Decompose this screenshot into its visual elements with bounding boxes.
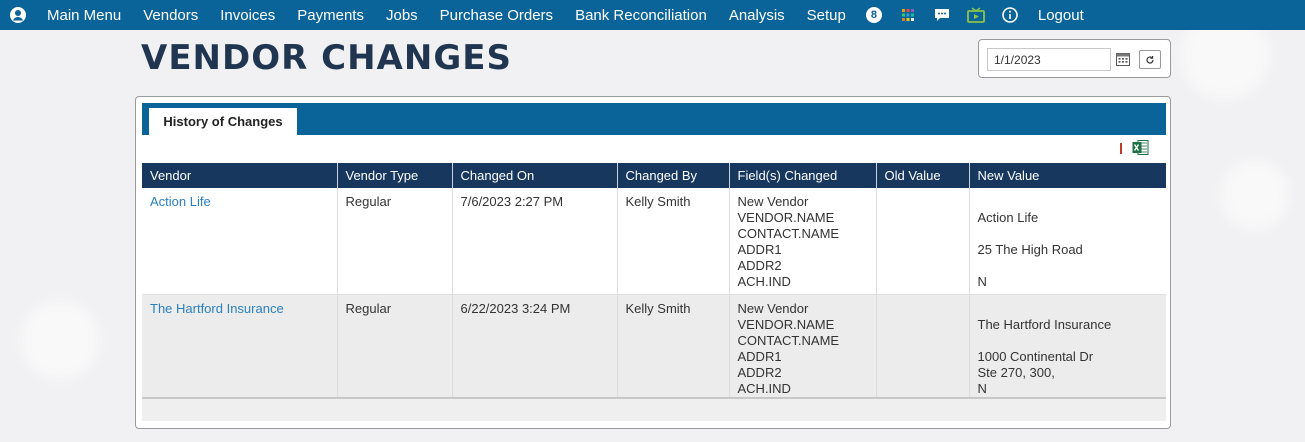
table-toolbar bbox=[142, 135, 1166, 163]
background-decoration bbox=[1220, 160, 1290, 230]
date-filter-box bbox=[978, 39, 1171, 78]
old-value bbox=[885, 194, 961, 210]
refresh-icon bbox=[1146, 55, 1154, 64]
nav-jobs[interactable]: Jobs bbox=[375, 0, 429, 30]
new-value: N bbox=[977, 274, 987, 289]
nav-main-menu[interactable]: Main Menu bbox=[36, 0, 132, 30]
old-value-cell bbox=[876, 188, 970, 295]
chat-icon[interactable] bbox=[925, 0, 959, 30]
notification-badge[interactable]: 8 bbox=[857, 0, 891, 30]
field-name: New Vendor bbox=[737, 194, 809, 209]
tab-bar: History of Changes bbox=[142, 103, 1166, 135]
new-value: Ste 270, 300, bbox=[977, 365, 1055, 380]
changed-on-cell: 7/6/2023 2:27 PM bbox=[452, 188, 618, 295]
date-input[interactable] bbox=[987, 48, 1111, 71]
new-value bbox=[978, 333, 1159, 349]
nav-vendors[interactable]: Vendors bbox=[132, 0, 209, 30]
old-value bbox=[885, 381, 961, 397]
old-value bbox=[885, 317, 961, 333]
old-value bbox=[885, 258, 961, 274]
old-value-cell bbox=[876, 294, 970, 401]
old-value bbox=[885, 274, 961, 290]
vendor-link[interactable]: Action Life bbox=[150, 194, 211, 209]
nav-purchase-orders[interactable]: Purchase Orders bbox=[429, 0, 564, 30]
tv-icon[interactable] bbox=[959, 0, 993, 30]
column-header-changed-by[interactable]: Changed By bbox=[617, 163, 730, 188]
new-value bbox=[978, 301, 1159, 317]
vendor-link[interactable]: The Hartford Insurance bbox=[150, 301, 284, 316]
nav-setup[interactable]: Setup bbox=[796, 0, 857, 30]
notification-count: 8 bbox=[865, 7, 882, 23]
new-value: The Hartford Insurance bbox=[977, 317, 1112, 332]
user-icon[interactable] bbox=[0, 0, 36, 30]
tab-history-of-changes[interactable]: History of Changes bbox=[149, 108, 297, 135]
page-title: VENDOR CHANGES bbox=[141, 38, 512, 78]
field-name: ACH.IND bbox=[737, 274, 791, 289]
field-name: ADDR1 bbox=[737, 349, 782, 364]
field-name: ADDR2 bbox=[737, 365, 782, 380]
column-header-changed-on[interactable]: Changed On bbox=[452, 163, 618, 188]
changed-by-cell: Kelly Smith bbox=[617, 188, 730, 295]
refresh-button[interactable] bbox=[1139, 50, 1161, 69]
field-name: CONTACT.NAME bbox=[737, 333, 840, 348]
new-value: 1000 Continental Dr bbox=[977, 349, 1094, 364]
apps-grid-icon[interactable] bbox=[891, 0, 925, 30]
nav-logout[interactable]: Logout bbox=[1027, 0, 1095, 30]
column-header-old-value[interactable]: Old Value bbox=[876, 163, 970, 188]
vendor-cell: Action Life bbox=[142, 188, 338, 295]
nav-payments[interactable]: Payments bbox=[286, 0, 375, 30]
calendar-icon[interactable] bbox=[1115, 51, 1131, 67]
table-row: Action Life Regular 7/6/2023 2:27 PM Kel… bbox=[142, 188, 1166, 295]
nav-invoices[interactable]: Invoices bbox=[209, 0, 286, 30]
field-name: CONTACT.NAME bbox=[737, 226, 840, 241]
changed-on-cell: 6/22/2023 3:24 PM bbox=[452, 294, 618, 401]
new-value-cell: The Hartford Insurance 1000 Continental … bbox=[969, 294, 1166, 401]
old-value bbox=[885, 242, 961, 258]
field-name: VENDOR.NAME bbox=[737, 317, 835, 332]
top-navigation-bar: Main Menu Vendors Invoices Payments Jobs… bbox=[0, 0, 1305, 30]
old-value bbox=[885, 365, 961, 381]
info-icon[interactable] bbox=[993, 0, 1027, 30]
table-row: The Hartford Insurance Regular 6/22/2023… bbox=[142, 294, 1166, 401]
old-value bbox=[885, 301, 961, 317]
nav-analysis[interactable]: Analysis bbox=[718, 0, 796, 30]
field-name: ACH.IND bbox=[737, 381, 791, 396]
old-value bbox=[885, 226, 961, 242]
field-name: ADDR1 bbox=[737, 242, 782, 257]
changed-by-cell: Kelly Smith bbox=[617, 294, 730, 401]
fields-changed-cell: New Vendor VENDOR.NAME CONTACT.NAME ADDR… bbox=[729, 188, 877, 295]
field-name: New Vendor bbox=[737, 301, 809, 316]
field-name: ADDR2 bbox=[737, 258, 782, 273]
column-header-new-value[interactable]: New Value bbox=[969, 163, 1166, 188]
new-value: 25 The High Road bbox=[977, 242, 1083, 257]
history-panel: History of Changes Vendor Vendor Type Ch… bbox=[135, 96, 1171, 429]
new-value bbox=[978, 258, 1159, 274]
vendor-changes-table: Vendor Vendor Type Changed On Changed By… bbox=[142, 163, 1166, 401]
excel-export-icon[interactable] bbox=[1132, 139, 1149, 156]
new-value bbox=[978, 226, 1159, 242]
vendor-type-cell: Regular bbox=[337, 294, 453, 401]
column-header-fields-changed[interactable]: Field(s) Changed bbox=[729, 163, 877, 188]
old-value bbox=[885, 210, 961, 226]
table-footer bbox=[142, 397, 1166, 421]
vendor-cell: The Hartford Insurance bbox=[142, 294, 338, 401]
new-value-cell: Action Life 25 The High Road N bbox=[969, 188, 1166, 295]
old-value bbox=[885, 333, 961, 349]
fields-changed-cell: New Vendor VENDOR.NAME CONTACT.NAME ADDR… bbox=[729, 294, 877, 401]
pdf-export-marker[interactable] bbox=[1120, 143, 1122, 154]
vendor-type-cell: Regular bbox=[337, 188, 453, 295]
new-value: Action Life bbox=[977, 210, 1039, 225]
background-decoration bbox=[20, 300, 100, 380]
column-header-vendor[interactable]: Vendor bbox=[142, 163, 338, 188]
old-value bbox=[885, 349, 961, 365]
new-value: N bbox=[977, 381, 987, 396]
field-name: VENDOR.NAME bbox=[737, 210, 835, 225]
nav-bank-reconciliation[interactable]: Bank Reconciliation bbox=[564, 0, 718, 30]
new-value bbox=[978, 194, 1159, 210]
column-header-vendor-type[interactable]: Vendor Type bbox=[337, 163, 453, 188]
table-header-row: Vendor Vendor Type Changed On Changed By… bbox=[142, 163, 1166, 188]
